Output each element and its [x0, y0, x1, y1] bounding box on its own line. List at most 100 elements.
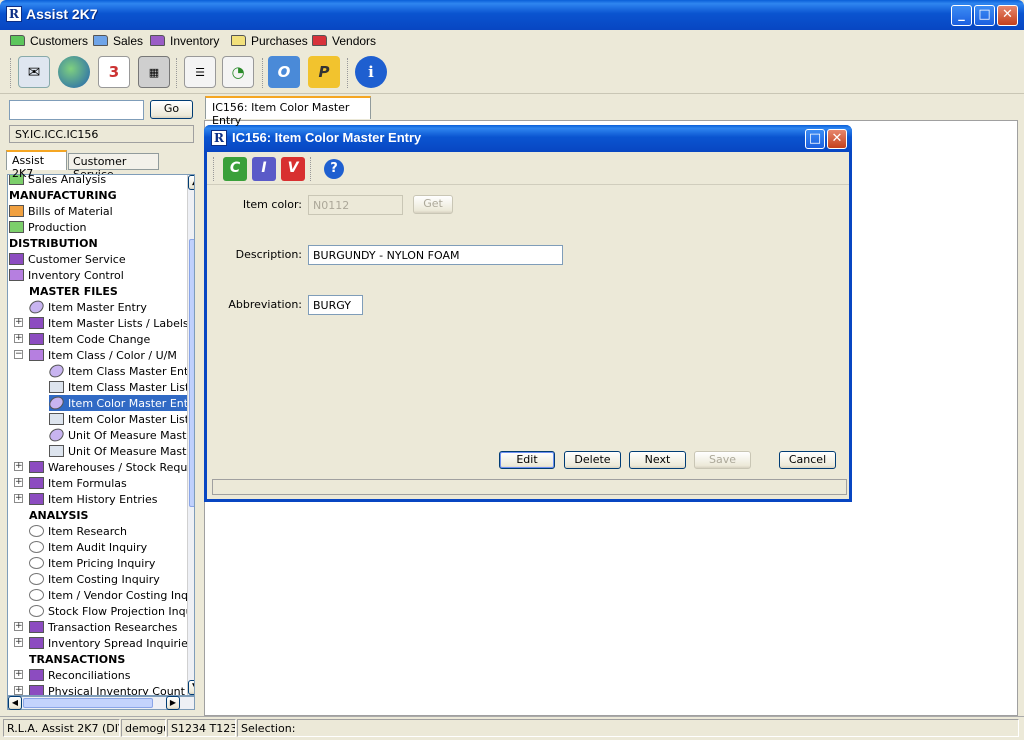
tree-item-label: Inventory Spread Inquiries	[48, 636, 194, 650]
tree-item[interactable]: Item Research	[29, 523, 127, 539]
close-button[interactable]: ✕	[997, 5, 1018, 26]
hscroll-thumb[interactable]	[23, 698, 153, 708]
dialog-close-button[interactable]: ✕	[827, 129, 847, 149]
title-bar[interactable]: R Assist 2K7 _ □ ✕	[0, 0, 1024, 30]
folder-icon	[10, 35, 25, 46]
cancel-button[interactable]: Cancel	[779, 451, 836, 469]
edit-button[interactable]: Edit	[499, 451, 555, 469]
scroll-up-button[interactable]: ▲	[188, 175, 194, 190]
item-color-field[interactable]	[308, 195, 403, 215]
scroll-right-button[interactable]: ▶	[166, 696, 180, 710]
tree-item[interactable]: Item Code Change	[29, 331, 150, 347]
info-icon[interactable]: i	[355, 56, 387, 88]
tree-item[interactable]: Warehouses / Stock Reque	[29, 459, 194, 475]
calculator-icon[interactable]: ▦	[138, 56, 170, 88]
tree-item[interactable]: TRANSACTIONS	[29, 651, 125, 667]
tree-item[interactable]: Item Class Master Entr	[47, 362, 193, 380]
description-label: Description:	[235, 248, 302, 261]
tree-item[interactable]: Item Master Entry	[27, 298, 147, 316]
menu-purchases[interactable]: Purchases	[231, 32, 308, 49]
expand-toggle-icon[interactable]: +	[14, 670, 23, 679]
tree-item[interactable]: Customer Service	[9, 251, 126, 267]
tree-item[interactable]: Transaction Researches	[29, 619, 177, 635]
tree-item[interactable]: Item Formulas	[29, 475, 127, 491]
chart-report-icon[interactable]: ◔	[222, 56, 254, 88]
tree-item-label: DISTRIBUTION	[9, 236, 98, 250]
doc-tab-ic156[interactable]: IC156: Item Color Master Entry	[205, 96, 371, 127]
v-tool-icon[interactable]: V	[281, 157, 305, 181]
scroll-left-button[interactable]: ◀	[8, 696, 22, 710]
tree-item[interactable]: Item Audit Inquiry	[29, 539, 147, 555]
tree-item[interactable]: Item Class Master List	[49, 379, 189, 395]
mail-icon[interactable]: ✉	[18, 56, 50, 88]
tree-item[interactable]: Item Pricing Inquiry	[29, 555, 155, 571]
dialog-maximize-button[interactable]: □	[805, 129, 825, 149]
expand-toggle-icon[interactable]: +	[14, 462, 23, 471]
tree-item[interactable]: Physical Inventory Count	[29, 683, 185, 695]
navigation-tree[interactable]: Sales Analysis MANUFACTURING Bills of Mate…	[7, 174, 195, 696]
expand-toggle-icon[interactable]: +	[14, 638, 23, 647]
description-field[interactable]	[308, 245, 563, 265]
tree-item[interactable]: Production	[9, 219, 87, 235]
nav-search-input[interactable]	[9, 100, 144, 120]
tree-item[interactable]: MASTER FILES	[29, 283, 118, 299]
next-button[interactable]: Next	[629, 451, 686, 469]
o-app-icon[interactable]: O	[268, 56, 300, 88]
expand-toggle-icon[interactable]: +	[14, 334, 23, 343]
p-app-icon[interactable]: P	[308, 56, 340, 88]
tree-item[interactable]: MANUFACTURING	[9, 187, 117, 203]
expand-toggle-icon[interactable]: +	[14, 494, 23, 503]
menu-bar: Customers Sales Inventory Purchases Vend…	[0, 30, 1024, 50]
tree-item[interactable]: Inventory Spread Inquiries	[29, 635, 194, 651]
menu-inventory[interactable]: Inventory	[150, 32, 219, 49]
maximize-button[interactable]: □	[974, 5, 995, 26]
folder-icon	[29, 669, 44, 681]
tree-item[interactable]: DISTRIBUTION	[9, 235, 98, 251]
tree-item[interactable]: Item Color Master Entr	[47, 394, 194, 412]
expand-toggle-icon[interactable]: +	[14, 686, 23, 695]
report-icon[interactable]: ☰	[184, 56, 216, 88]
menu-path-field: SY.IC.ICC.IC156	[9, 125, 194, 143]
tree-vertical-scrollbar[interactable]: ▲ ▼	[187, 175, 194, 695]
tree-item[interactable]: Item Master Lists / Labels	[29, 315, 189, 331]
expand-toggle-icon[interactable]: +	[14, 622, 23, 631]
scroll-thumb[interactable]	[189, 239, 194, 507]
tree-item[interactable]: Reconciliations	[29, 667, 130, 683]
calendar-icon[interactable]: 3	[98, 56, 130, 88]
dialog-title-bar[interactable]: R IC156: Item Color Master Entry □ ✕	[204, 125, 852, 152]
help-icon[interactable]: ?	[324, 159, 344, 179]
tree-item[interactable]: Item Costing Inquiry	[29, 571, 160, 587]
tree-item-label: Item Costing Inquiry	[48, 572, 160, 586]
tree-item[interactable]: Unit Of Measure Maste	[47, 426, 193, 444]
tree-item[interactable]: Item Class / Color / U/M	[29, 347, 177, 363]
scroll-down-button[interactable]: ▼	[188, 680, 194, 695]
expand-toggle-icon[interactable]: −	[14, 350, 23, 359]
tree-item[interactable]: Bills of Material	[9, 203, 113, 219]
tree-item[interactable]: Item History Entries	[29, 491, 157, 507]
abbreviation-field[interactable]	[308, 295, 363, 315]
i-tool-icon[interactable]: I	[252, 157, 276, 181]
tree-item[interactable]: Item Color Master List	[49, 411, 189, 427]
expand-toggle-icon[interactable]: +	[14, 318, 23, 327]
tree-item[interactable]: Item / Vendor Costing Inqu	[29, 587, 194, 603]
tree-item[interactable]: Unit Of Measure Maste	[49, 443, 193, 459]
menu-label: Purchases	[251, 33, 308, 48]
menu-vendors[interactable]: Vendors	[312, 32, 376, 49]
minimize-button[interactable]: _	[951, 5, 972, 26]
c-tool-icon[interactable]: C	[223, 157, 247, 181]
menu-sales[interactable]: Sales	[93, 32, 143, 49]
save-button[interactable]: Save	[694, 451, 751, 469]
tree-item[interactable]: Inventory Control	[9, 267, 124, 283]
get-button[interactable]: Get	[413, 195, 453, 214]
go-button[interactable]: Go	[150, 100, 193, 119]
tree-item[interactable]: ANALYSIS	[29, 507, 88, 523]
tree-horizontal-scrollbar[interactable]: ◀ ▶	[7, 696, 195, 710]
menu-customers[interactable]: Customers	[10, 32, 88, 49]
tab-assist-2k7[interactable]: Assist 2K7	[6, 150, 67, 180]
tab-customer-service[interactable]: Customer Service	[68, 153, 159, 181]
delete-button[interactable]: Delete	[564, 451, 621, 469]
globe-icon[interactable]	[58, 56, 90, 88]
tree-item-label: MANUFACTURING	[9, 188, 117, 202]
expand-toggle-icon[interactable]: +	[14, 478, 23, 487]
tree-item[interactable]: Stock Flow Projection Inqui	[29, 603, 194, 619]
